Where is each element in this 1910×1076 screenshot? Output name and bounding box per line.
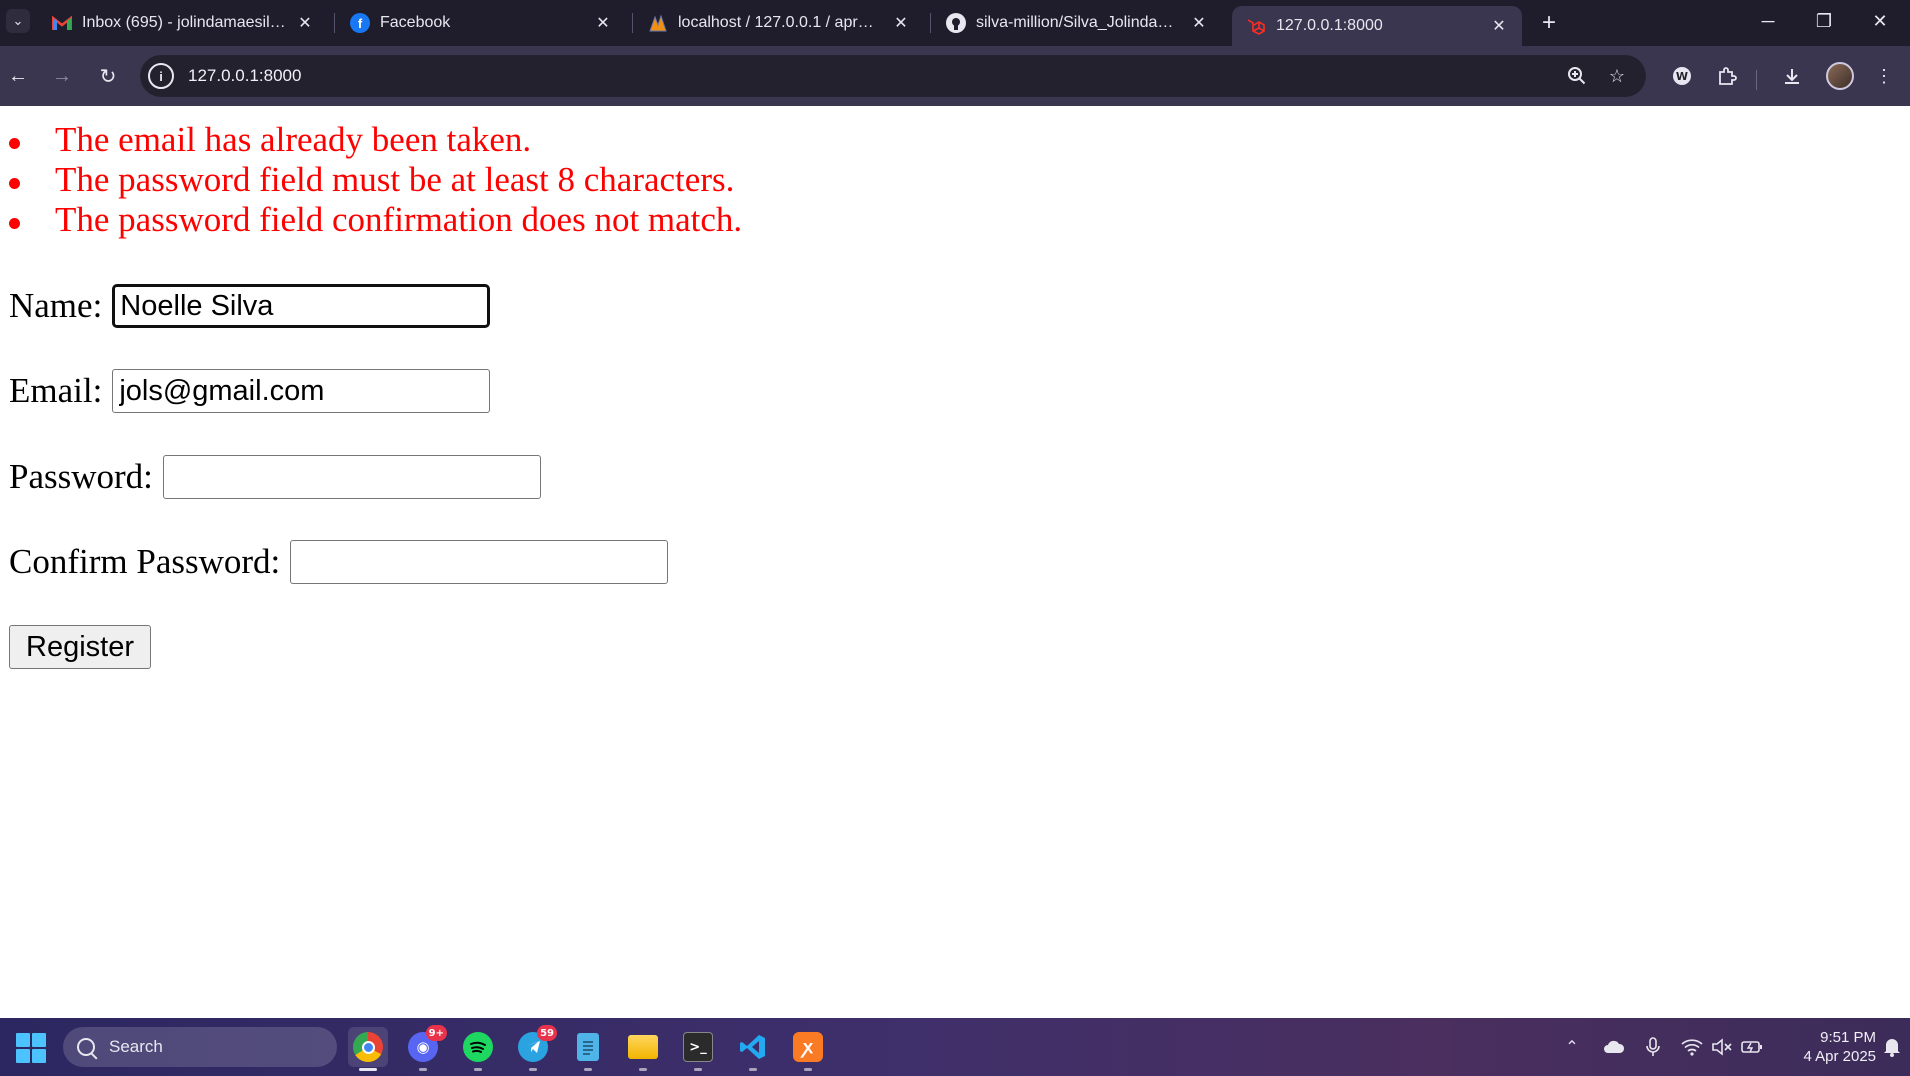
password-row: Password: (9, 454, 541, 500)
restore-button[interactable]: ❐ (1804, 6, 1844, 36)
windows-start-icon[interactable] (16, 1033, 46, 1063)
telegram-icon[interactable]: 59 (513, 1025, 557, 1071)
file-explorer-icon[interactable] (623, 1027, 663, 1071)
forward-button[interactable]: → (46, 60, 78, 92)
tab-title: 127.0.0.1:8000 (1276, 17, 1383, 34)
tab-divider (930, 13, 931, 33)
notification-bell-icon[interactable] (1880, 1035, 1904, 1059)
minimize-button[interactable]: ─ (1748, 6, 1788, 36)
site-info-icon[interactable]: i (148, 63, 174, 89)
close-icon[interactable]: ✕ (592, 12, 614, 34)
email-label: Email: (9, 371, 103, 410)
register-button[interactable]: Register (9, 625, 151, 669)
bookmark-star-icon[interactable]: ☆ (1604, 63, 1630, 89)
toolbar-divider (1756, 70, 1757, 90)
phpmyadmin-icon (648, 13, 668, 33)
search-placeholder: Search (109, 1037, 163, 1056)
wifi-icon[interactable] (1680, 1035, 1704, 1059)
new-tab-button[interactable]: + (1536, 9, 1562, 36)
clock-date: 4 Apr 2025 (1803, 1048, 1876, 1065)
download-icon[interactable] (1776, 60, 1808, 92)
facebook-icon: f (350, 13, 370, 33)
address-bar[interactable]: i 127.0.0.1:8000 ☆ (140, 55, 1646, 97)
discord-icon[interactable]: ◉ 9+ (403, 1025, 447, 1071)
tab-divider (632, 13, 633, 33)
tab-gmail[interactable]: Inbox (695) - jolindamaesilva09 ✕ (38, 6, 328, 40)
windows-taskbar: Search ◉ 9+ 59 >_ ꭗ ⌃ 9:51 PM 4 Apr 2025 (0, 1018, 1910, 1076)
notepad-icon[interactable] (568, 1027, 608, 1071)
reload-button[interactable]: ↻ (92, 60, 124, 92)
close-window-button[interactable]: ✕ (1860, 6, 1900, 36)
onedrive-cloud-icon[interactable] (1602, 1035, 1626, 1059)
menu-kebab-icon[interactable]: ⋮ (1868, 60, 1900, 92)
error-item: The password field confirmation does not… (0, 200, 742, 240)
profile-avatar[interactable] (1826, 62, 1854, 90)
confirm-password-input[interactable] (290, 540, 669, 584)
tab-title: Inbox (695) - jolindamaesilva09 (82, 14, 286, 31)
github-icon (946, 13, 966, 33)
extensions-puzzle-icon[interactable] (1711, 60, 1743, 92)
taskbar-clock[interactable]: 9:51 PM 4 Apr 2025 (1776, 1028, 1876, 1066)
back-button[interactable]: ← (2, 60, 34, 92)
name-row: Name: (9, 283, 491, 329)
tab-localhost-8000[interactable]: 127.0.0.1:8000 ✕ (1232, 6, 1522, 46)
close-icon[interactable]: ✕ (890, 12, 912, 34)
error-item: The email has already been taken. (0, 120, 742, 160)
laravel-icon (1246, 16, 1266, 36)
tab-phpmyadmin[interactable]: localhost / 127.0.0.1 / apr4_acti ✕ (634, 6, 924, 40)
close-icon[interactable]: ✕ (1188, 12, 1210, 34)
chevron-up-icon[interactable]: ⌃ (1560, 1035, 1584, 1059)
tab-divider (334, 13, 335, 33)
confirm-password-label: Confirm Password: (9, 542, 281, 581)
clock-time: 9:51 PM (1820, 1029, 1876, 1046)
speaker-muted-icon[interactable] (1710, 1035, 1734, 1059)
browser-toolbar: ← → ↻ i 127.0.0.1:8000 ☆ W ⋮ (0, 46, 1910, 106)
password-label: Password: (9, 457, 153, 496)
confirm-password-row: Confirm Password: (9, 539, 669, 585)
zoom-icon[interactable] (1564, 63, 1590, 89)
tab-title: silva-million/Silva_JolindaMae_\ (976, 14, 1180, 31)
password-input[interactable] (162, 455, 541, 499)
tab-facebook[interactable]: f Facebook ✕ (336, 6, 626, 40)
validation-errors: The email has already been taken. The pa… (0, 120, 742, 240)
notification-badge: 59 (537, 1025, 557, 1041)
close-icon[interactable]: ✕ (294, 12, 316, 34)
browser-tab-bar: ⌄ Inbox (695) - jolindamaesilva09 ✕ f Fa… (0, 0, 1910, 46)
tab-search-button[interactable]: ⌄ (6, 9, 30, 33)
url-text[interactable]: 127.0.0.1:8000 (188, 66, 301, 86)
notification-badge: 9+ (425, 1025, 447, 1041)
tab-title: Facebook (380, 14, 451, 31)
svg-text:W: W (1676, 70, 1688, 83)
extension-w-icon[interactable]: W (1666, 60, 1698, 92)
email-input[interactable] (112, 369, 491, 413)
gmail-icon (52, 13, 72, 33)
name-label: Name: (9, 286, 103, 325)
xampp-icon[interactable]: ꭗ (788, 1027, 828, 1071)
battery-charging-icon[interactable] (1740, 1035, 1764, 1059)
tab-title: localhost / 127.0.0.1 / apr4_acti (678, 14, 882, 31)
terminal-icon[interactable]: >_ (678, 1027, 718, 1071)
name-input[interactable] (112, 284, 491, 328)
vscode-icon[interactable] (733, 1027, 773, 1071)
search-icon (77, 1038, 95, 1056)
microphone-icon[interactable] (1641, 1035, 1665, 1059)
spotify-icon[interactable] (458, 1027, 498, 1071)
taskbar-search[interactable]: Search (63, 1027, 337, 1067)
close-icon[interactable]: ✕ (1488, 15, 1510, 37)
page-content: The email has already been taken. The pa… (0, 106, 1910, 1018)
chrome-icon[interactable] (348, 1027, 388, 1071)
tab-github[interactable]: silva-million/Silva_JolindaMae_\ ✕ (932, 6, 1222, 40)
error-item: The password field must be at least 8 ch… (0, 160, 742, 200)
email-row: Email: (9, 368, 491, 414)
